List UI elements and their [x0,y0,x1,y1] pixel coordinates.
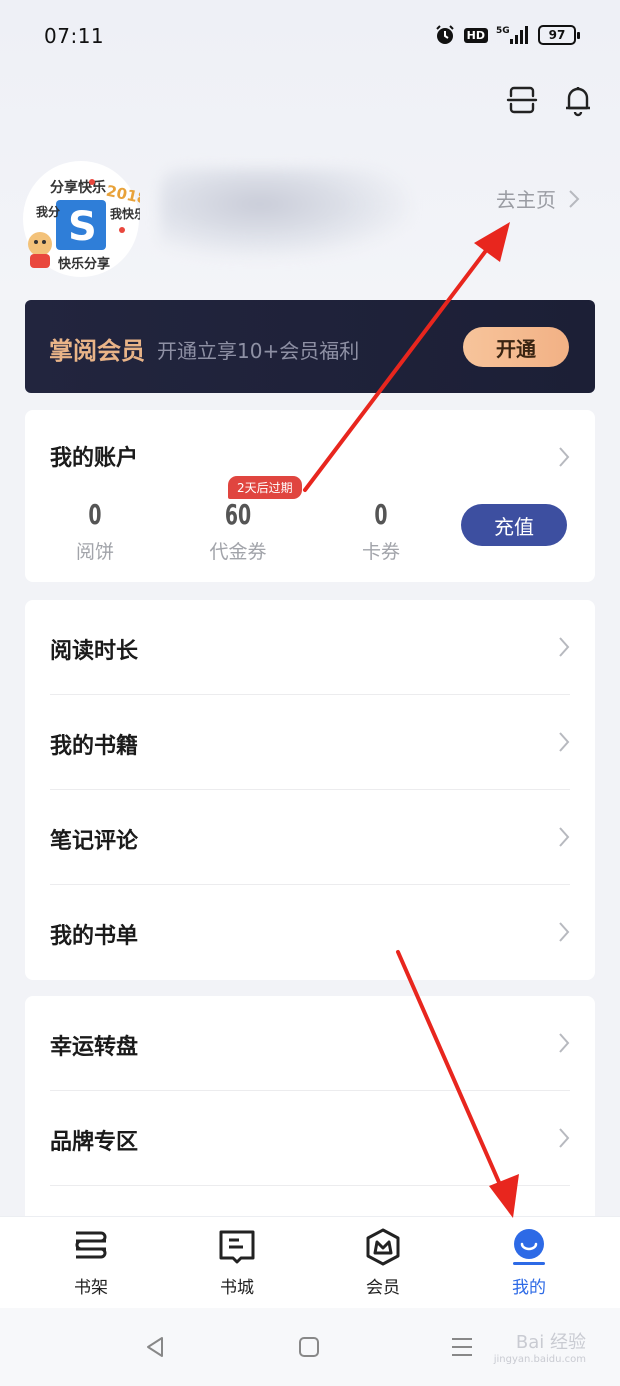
menu-item-my-booklist[interactable]: 我的书单 [25,885,595,980]
avatar-side-right: 我快乐 [110,206,140,221]
menu-item-lucky-wheel[interactable]: 幸运转盘 [25,996,595,1091]
tab-bookstore[interactable]: 书城 [192,1227,282,1298]
vip-activate-button[interactable]: 开通 [463,327,569,367]
chevron-right-icon [559,637,570,657]
chevron-right-icon [559,732,570,752]
tab-label: 会员 [366,1278,400,1298]
back-icon[interactable] [142,1334,168,1360]
svg-text:S: S [68,204,97,250]
vip-title: 掌阅会员 [49,337,145,365]
tab-label: 我的 [512,1278,546,1298]
avatar[interactable]: 分享快乐 2018 S 我分 我快乐 快乐分享 [22,160,149,278]
chevron-right-icon [559,1033,570,1053]
account-card[interactable]: 我的账户 0 阅饼 60 代金券 0 卡券 2天后过期 充值 [25,410,595,582]
username-blurred [160,168,410,258]
menu-item-reading-time[interactable]: 阅读时长 [25,600,595,695]
vip-subtitle: 开通立享10+会员福利 [157,339,360,363]
battery-icon: 97 [538,25,580,45]
menu-group-reading: 阅读时长 我的书籍 笔记评论 我的书单 [25,600,595,980]
status-time: 07:11 [44,24,105,48]
vip-crown-icon [366,1228,400,1266]
tab-label: 书架 [74,1278,108,1298]
watermark: Bai 经验 jingyan.baidu.com [494,1328,586,1365]
menu-group-more: 幸运转盘 品牌专区 [25,996,595,1226]
bottom-nav: 书架 书城 会员 我的 [0,1216,620,1308]
stat-card-coupon[interactable]: 0 卡券 [321,498,441,564]
menu-item-label: 我的书籍 [50,734,139,759]
menu-item-label: 幸运转盘 [50,1035,139,1060]
chevron-right-icon [569,189,580,208]
stat-value: 0 [88,498,102,531]
status-icons: HD 5G 97 [434,24,580,46]
menu-icon[interactable] [450,1336,474,1358]
menu-item-brand-zone[interactable]: 品牌专区 [25,1091,595,1186]
tab-bookshelf[interactable]: 书架 [46,1227,136,1298]
go-homepage-link[interactable]: 去主页 [496,184,580,213]
menu-item-label: 阅读时长 [50,639,139,664]
bell-icon[interactable] [560,82,596,118]
stat-label: 阅饼 [75,541,114,563]
svg-text:5G: 5G [496,26,510,36]
stat-value: 0 [374,498,388,531]
watermark-url: jingyan.baidu.com [493,1354,586,1365]
stat-label: 卡券 [361,541,400,563]
menu-item-my-books[interactable]: 我的书籍 [25,695,595,790]
expire-badge: 2天后过期 [228,476,302,499]
menu-item-label: 品牌专区 [50,1130,139,1155]
tab-label: 书城 [220,1278,254,1298]
tab-mine[interactable]: 我的 [484,1227,574,1298]
hd-icon: HD [463,27,488,43]
menu-item-notes-comments[interactable]: 笔记评论 [25,790,595,885]
system-nav-bar: Bai 经验 jingyan.baidu.com [0,1308,620,1386]
go-homepage-label: 去主页 [496,188,556,212]
avatar-text-top: 分享快乐 [50,179,106,196]
account-title: 我的账户 [50,446,139,471]
recharge-button[interactable]: 充值 [461,504,567,546]
avatar-side-left: 我分 [36,204,60,219]
scan-icon[interactable] [504,82,540,118]
menu-item-label: 我的书单 [50,924,139,949]
bookshelf-icon [75,1231,107,1259]
stat-value: 60 [224,498,252,531]
menu-item-label: 笔记评论 [50,829,139,854]
tab-vip[interactable]: 会员 [338,1227,428,1298]
signal-icon: 5G [496,24,530,46]
status-bar: 07:11 HD 5G 97 [0,0,620,76]
chevron-right-icon [559,827,570,847]
chevron-right-icon [559,447,570,467]
watermark-text: Bai 经验 [515,1332,586,1353]
stat-yuebing[interactable]: 0 阅饼 [35,498,155,564]
chevron-right-icon [559,922,570,942]
vip-banner[interactable]: 掌阅会员 开通立享10+会员福利 开通 [25,300,595,393]
profile-icon [513,1229,545,1265]
divider [50,1185,570,1186]
home-icon[interactable] [297,1335,321,1359]
book-store-icon [219,1230,255,1264]
stat-label: 代金券 [209,541,267,563]
alarm-icon [434,24,456,46]
chevron-right-icon [559,1128,570,1148]
avatar-text-bottom: 快乐分享 [58,256,110,272]
stat-voucher[interactable]: 60 代金券 [178,498,298,564]
